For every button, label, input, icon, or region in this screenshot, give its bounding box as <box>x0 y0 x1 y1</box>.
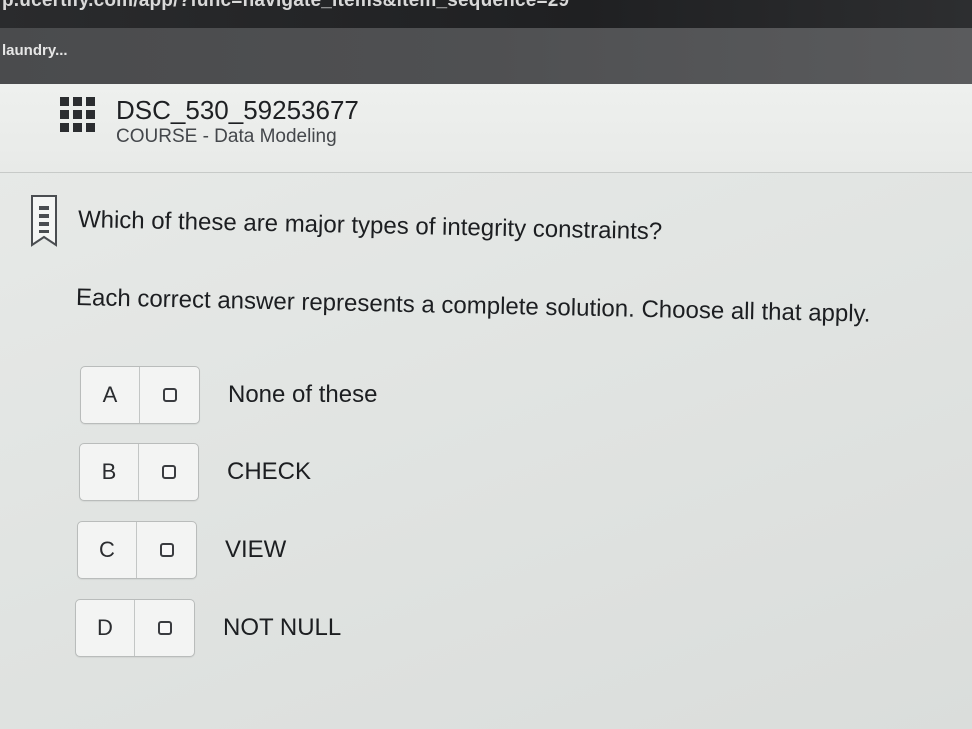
course-header: DSC_530_59253677 COURSE - Data Modeling <box>0 84 972 173</box>
grid-menu-icon[interactable] <box>60 97 96 133</box>
option-text[interactable]: VIEW <box>225 536 286 564</box>
option-selector[interactable]: C <box>77 521 197 579</box>
option-b[interactable]: B CHECK <box>79 443 311 501</box>
course-title: DSC_530_59253677 <box>116 95 359 125</box>
question-text: Which of these are major types of integr… <box>77 206 663 246</box>
checkbox[interactable] <box>159 543 174 557</box>
browser-tab[interactable]: laundry... <box>2 42 68 59</box>
browser-address-bar[interactable]: p.ucertify.com/app/?func=navigate_items&… <box>0 0 972 28</box>
checkbox[interactable] <box>161 465 176 479</box>
instruction-text: Each correct answer represents a complet… <box>75 284 871 328</box>
option-selector[interactable]: A <box>80 366 200 424</box>
option-a[interactable]: A None of these <box>80 366 377 424</box>
option-d[interactable]: D NOT NULL <box>75 599 341 657</box>
checkbox[interactable] <box>157 621 172 635</box>
option-selector[interactable]: B <box>79 443 199 501</box>
option-c[interactable]: C VIEW <box>77 521 286 579</box>
option-letter: B <box>80 444 139 500</box>
option-text[interactable]: NOT NULL <box>223 614 341 642</box>
option-text[interactable]: CHECK <box>227 458 311 486</box>
checkbox[interactable] <box>162 388 177 402</box>
option-letter: D <box>76 600 135 656</box>
option-text[interactable]: None of these <box>228 381 377 409</box>
bookmark-icon[interactable] <box>30 195 58 252</box>
url-text[interactable]: p.ucertify.com/app/?func=navigate_items&… <box>2 0 569 12</box>
option-letter: A <box>81 367 140 423</box>
course-subtitle: COURSE - Data Modeling <box>116 126 337 147</box>
browser-tab-strip: laundry... <box>0 28 972 84</box>
option-selector[interactable]: D <box>75 599 195 657</box>
option-letter: C <box>78 522 137 578</box>
